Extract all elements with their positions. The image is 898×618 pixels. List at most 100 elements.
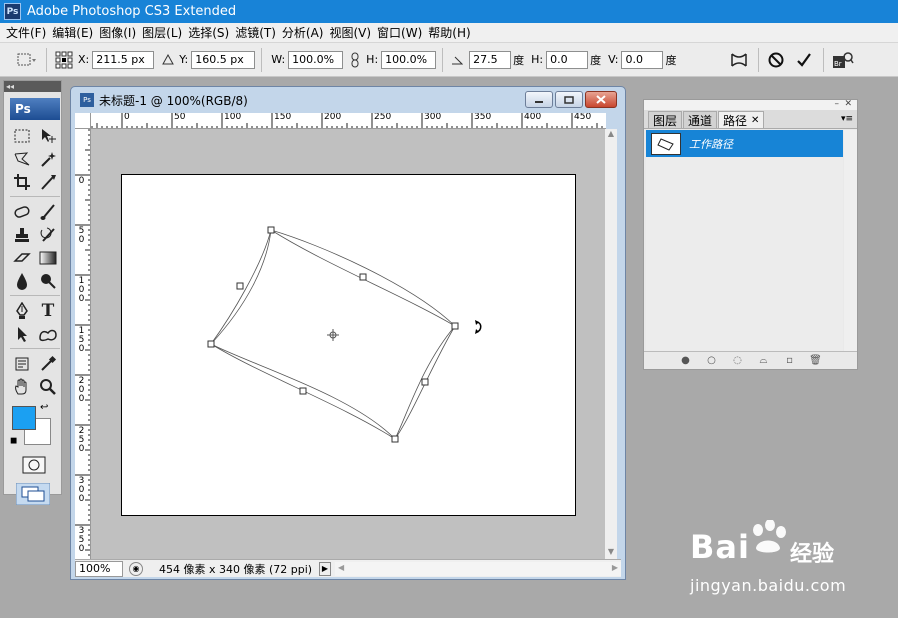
path-selection-tool-icon[interactable] [10,323,34,345]
vskew-input[interactable] [621,50,664,69]
horizontal-ruler[interactable]: 0 50 100 150 200 250 300 350 400 450 [91,113,606,129]
dodge-tool-icon[interactable] [36,270,60,292]
clone-stamp-tool-icon[interactable] [10,224,34,246]
scroll-left-arrow[interactable]: ◀ [338,563,344,572]
status-menu-arrow[interactable]: ▶ [319,561,331,576]
hand-tool-icon[interactable] [10,376,34,398]
brush-tool-icon[interactable] [36,201,60,223]
reference-point-icon[interactable] [53,51,75,69]
tab-layers[interactable]: 图层 [648,111,683,128]
vertical-scrollbar[interactable]: ▲ ▼ [605,129,617,559]
blur-tool-icon[interactable] [10,270,34,292]
marquee-tool-icon[interactable] [10,125,34,147]
make-work-path-icon[interactable]: ⌓ [751,355,777,366]
transform-preset-icon[interactable] [12,51,40,69]
default-colors-icon[interactable]: ◼ [10,436,17,446]
screen-mode-icon[interactable] [15,482,61,508]
anchor-handle[interactable] [267,226,275,234]
swap-colors-icon[interactable]: ↩ [40,402,48,413]
close-button[interactable] [585,91,617,108]
delete-path-icon[interactable]: 🗑 [803,355,829,366]
history-brush-tool-icon[interactable] [36,224,60,246]
delta-icon[interactable] [160,54,176,65]
zoom-field[interactable]: 100% [75,560,123,577]
eyedropper-tool-icon[interactable] [36,353,60,375]
bridge-icon[interactable]: Br [830,50,856,70]
slice-tool-icon[interactable] [36,171,60,193]
anchor-handle[interactable] [236,282,244,290]
maximize-button[interactable] [555,91,583,108]
menu-layer[interactable]: 图层(L) [142,24,188,41]
gradient-tool-icon[interactable] [36,247,60,269]
width-input[interactable] [288,50,344,69]
tab-paths[interactable]: 路径 ✕ [718,111,765,128]
healing-brush-tool-icon[interactable] [10,201,34,223]
hskew-unit: 度 [590,53,602,67]
ruler-corner[interactable] [75,113,91,129]
menu-filter[interactable]: 滤镜(T) [235,24,282,41]
move-tool-icon[interactable] [36,125,60,147]
crop-tool-icon[interactable] [10,171,34,193]
panel-close-icon[interactable]: ✕ [844,99,852,109]
menu-view[interactable]: 视图(V) [329,24,377,41]
cancel-transform-icon[interactable] [765,52,787,68]
magic-wand-tool-icon[interactable] [36,148,60,170]
panel-scrollbar[interactable] [844,130,857,352]
y-input[interactable] [191,50,256,69]
custom-shape-tool-icon[interactable] [36,323,60,345]
divider [442,47,444,72]
anchor-handle[interactable] [359,273,367,281]
menu-analysis[interactable]: 分析(A) [282,24,330,41]
lasso-tool-icon[interactable] [10,148,34,170]
panel-header[interactable]: – ✕ [644,99,857,110]
status-info-icon[interactable]: ◉ [129,561,143,576]
rotation-input[interactable] [469,50,512,69]
quick-mask-icon[interactable] [22,456,61,477]
height-input[interactable] [381,50,437,69]
zoom-tool-icon[interactable] [36,376,60,398]
anchor-handle[interactable] [299,387,307,395]
scroll-up-arrow[interactable]: ▲ [605,129,617,141]
fill-path-icon[interactable]: ● [673,355,699,366]
x-input[interactable] [92,50,155,69]
menu-window[interactable]: 窗口(W) [377,24,428,41]
horizontal-scrollbar[interactable]: ◀ ▶ [335,561,621,576]
anchor-handle[interactable] [391,435,399,443]
commit-transform-icon[interactable] [791,52,817,68]
toolbox-header[interactable]: ◂◂ [4,81,61,92]
menu-file[interactable]: 文件(F) [6,24,52,41]
new-path-icon[interactable]: ▫ [777,355,803,366]
document-workspace[interactable] [91,129,606,559]
document-canvas[interactable] [121,174,576,516]
type-tool-icon[interactable]: T [36,300,60,322]
hskew-input[interactable] [546,50,589,69]
panel-menu-icon[interactable]: ▾≡ [841,114,853,124]
panel-minimize-icon[interactable]: – [835,99,840,109]
menu-help[interactable]: 帮助(H) [428,24,476,41]
tab-channels[interactable]: 通道 [683,111,718,128]
reference-point-marker[interactable] [327,329,339,341]
menu-select[interactable]: 选择(S) [188,24,235,41]
notes-tool-icon[interactable] [10,353,34,375]
anchor-handle[interactable] [207,340,215,348]
load-selection-icon[interactable]: ◌ [725,355,751,366]
warp-mode-icon[interactable] [726,51,752,69]
menu-image[interactable]: 图像(I) [99,24,142,41]
anchor-handle[interactable] [451,322,459,330]
scroll-down-arrow[interactable]: ▼ [605,547,617,559]
minimize-button[interactable] [525,91,553,108]
scroll-right-arrow[interactable]: ▶ [612,563,618,572]
photoshop-badge[interactable]: Ps [10,98,60,120]
vertical-ruler[interactable]: 0 50 100 150 200 250 300 350 [75,129,91,559]
pen-tool-icon[interactable] [10,300,34,322]
close-tab-icon[interactable]: ✕ [751,115,759,126]
menu-edit[interactable]: 编辑(E) [52,24,99,41]
document-title-bar[interactable]: Ps 未标题-1 @ 100%(RGB/8) [71,87,625,113]
path-row[interactable]: 工作路径 [646,130,843,157]
stroke-path-icon[interactable]: ○ [699,355,725,366]
anchor-handle[interactable] [421,378,429,386]
foreground-color-swatch[interactable] [12,406,36,430]
transformed-path[interactable] [122,175,575,515]
link-icon[interactable] [347,52,363,68]
eraser-tool-icon[interactable] [10,247,34,269]
